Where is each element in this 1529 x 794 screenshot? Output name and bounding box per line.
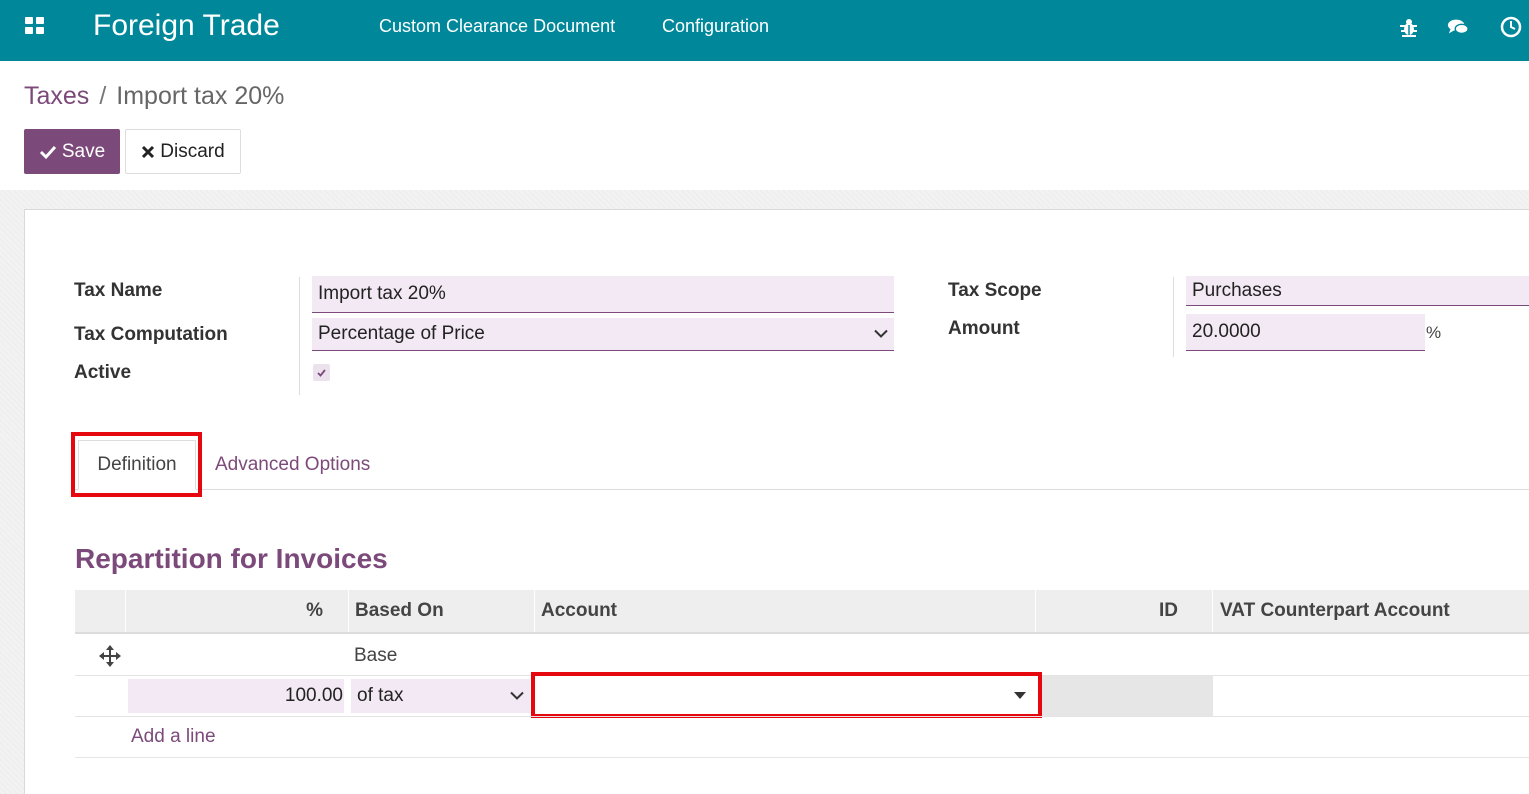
row-2-based-on-select[interactable]: of tax — [351, 679, 530, 713]
tax-computation-label: Tax Computation — [74, 324, 228, 345]
column-header-percent[interactable]: % — [126, 590, 348, 632]
tabs-underline — [74, 489, 1529, 490]
breadcrumb-taxes-link[interactable]: Taxes — [24, 82, 89, 110]
row-2-id-cell — [1042, 676, 1213, 716]
header-divider — [534, 590, 535, 632]
tax-scope-label: Tax Scope — [948, 280, 1042, 301]
column-header-based-on[interactable]: Based On — [355, 590, 444, 632]
section-title: Repartition for Invoices — [75, 543, 388, 574]
tab-advanced-options[interactable]: Advanced Options — [215, 454, 370, 476]
highlight-box-definition-tab — [71, 432, 202, 497]
bug-icon[interactable] — [1398, 16, 1420, 38]
menu-custom-clearance-document[interactable]: Custom Clearance Document — [379, 16, 615, 37]
tax-scope-value: Purchases — [1192, 279, 1282, 301]
save-button[interactable]: Save — [24, 129, 120, 174]
row-divider — [75, 716, 1529, 717]
apps-grid-icon[interactable] — [25, 17, 45, 35]
label-divider-right — [1173, 277, 1174, 357]
table-header: % Based On Account ID VAT Counterpart Ac… — [75, 590, 1529, 634]
active-label: Active — [74, 362, 132, 383]
row-2-based-on-value: of tax — [357, 685, 404, 706]
amount-field[interactable]: 20.0000 — [1186, 314, 1425, 351]
column-header-vat-counterpart-account[interactable]: VAT Counterpart Account — [1220, 590, 1450, 632]
tax-computation-select[interactable]: Percentage of Price — [312, 318, 894, 351]
header-divider — [1212, 590, 1213, 632]
tax-computation-value: Percentage of Price — [318, 323, 485, 344]
active-checkbox[interactable] — [313, 364, 330, 381]
breadcrumb-current: Import tax 20% — [116, 82, 285, 110]
drag-handle-icon[interactable] — [99, 645, 121, 667]
row-2-percent-field[interactable]: 100.00 — [128, 679, 344, 713]
menu-configuration[interactable]: Configuration — [662, 16, 769, 37]
row-divider — [75, 757, 1529, 758]
chevron-down-icon — [874, 329, 888, 338]
row-1-based-on[interactable]: Base — [354, 645, 397, 667]
label-divider — [299, 277, 300, 395]
chevron-down-icon — [510, 691, 524, 700]
amount-label: Amount — [948, 318, 1020, 339]
breadcrumb-separator: / — [99, 82, 107, 110]
column-header-account[interactable]: Account — [541, 590, 617, 632]
tax-name-value: Import tax 20% — [318, 283, 446, 304]
tax-scope-select[interactable]: Purchases — [1186, 276, 1529, 306]
save-button-label: Save — [61, 140, 106, 162]
row-2-percent-value: 100.00 — [284, 685, 343, 706]
clock-icon[interactable] — [1500, 16, 1522, 38]
breadcrumb: Taxes / Import tax 20% — [24, 82, 284, 111]
column-header-id[interactable]: ID — [1036, 590, 1188, 632]
top-navbar: Foreign Trade Custom Clearance Document … — [0, 0, 1529, 61]
add-a-line-link[interactable]: Add a line — [131, 726, 216, 748]
discard-button-label: Discard — [160, 140, 225, 162]
discard-button[interactable]: Discard — [125, 129, 241, 174]
highlight-box-account-field — [531, 672, 1042, 718]
amount-value: 20.0000 — [1192, 321, 1261, 342]
app-title[interactable]: Foreign Trade — [93, 9, 280, 43]
checkmark-icon — [317, 369, 326, 377]
header-divider — [348, 590, 349, 632]
close-icon — [142, 145, 155, 158]
amount-unit: % — [1426, 323, 1442, 342]
check-icon — [39, 145, 56, 159]
chat-icon[interactable] — [1447, 16, 1469, 38]
tax-name-label: Tax Name — [74, 280, 163, 301]
tax-name-field[interactable]: Import tax 20% — [312, 276, 894, 313]
